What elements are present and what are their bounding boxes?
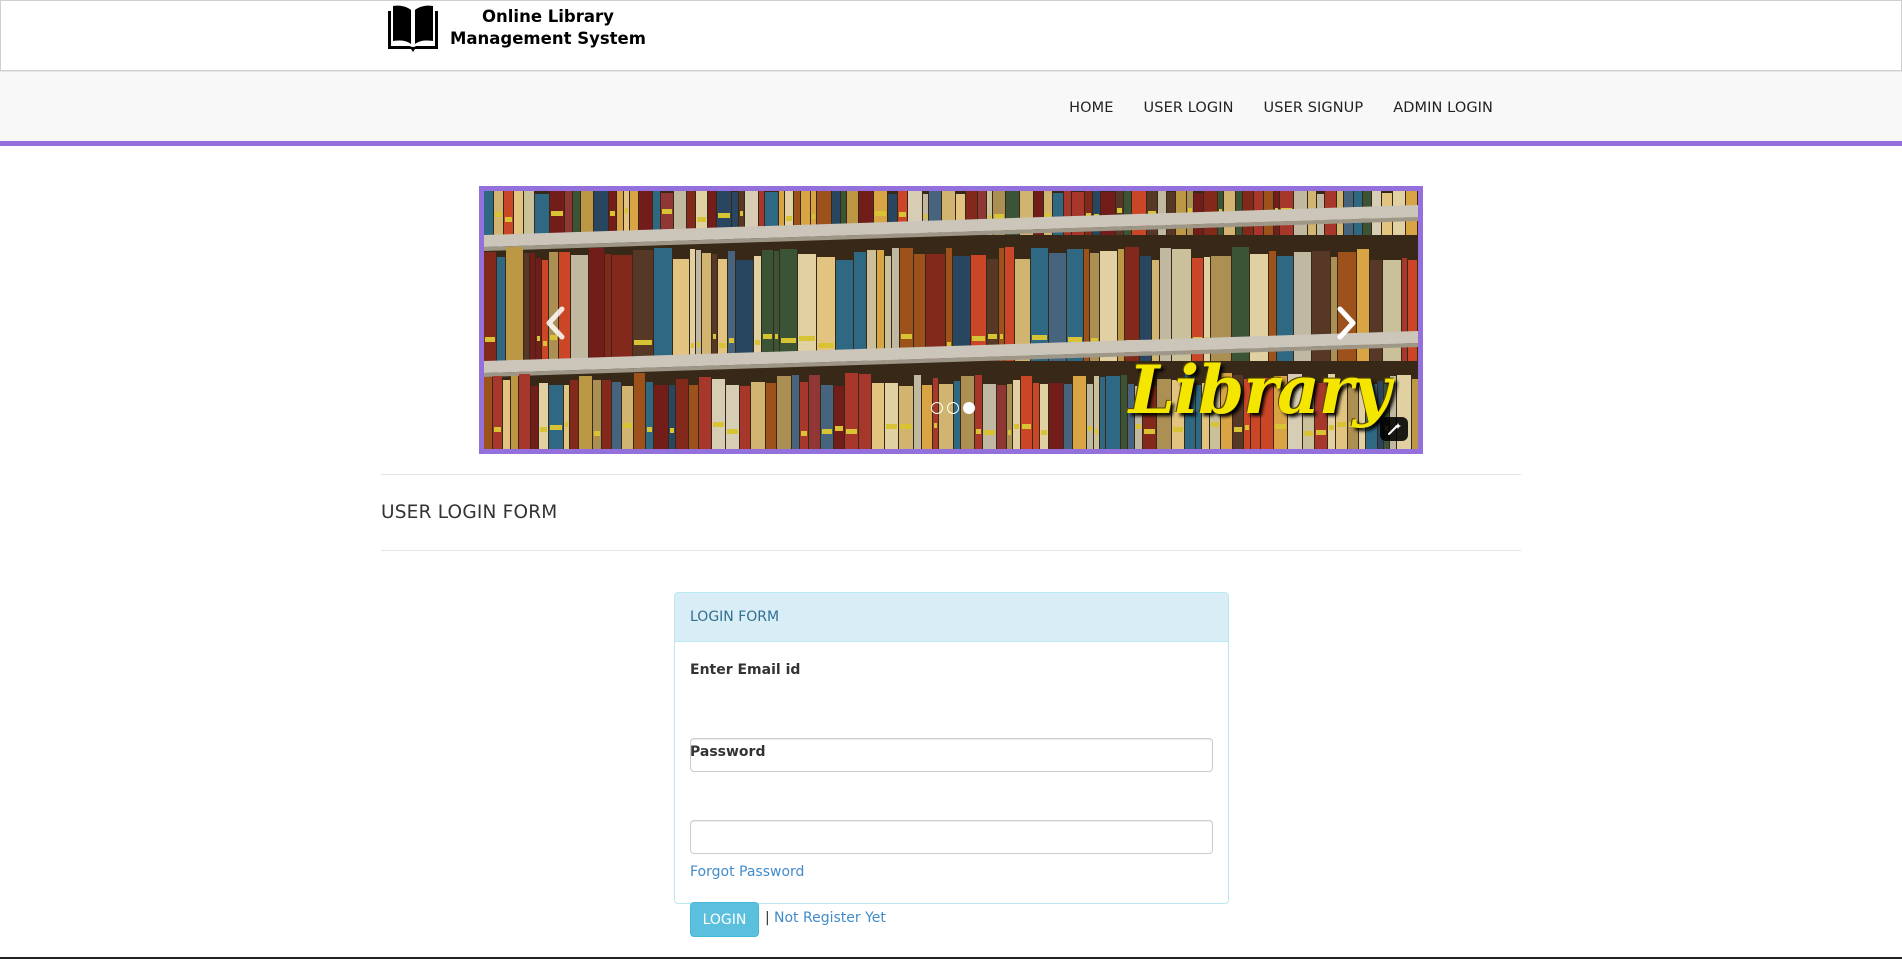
brand-title-line2: Management System	[450, 29, 646, 48]
link-separator: |	[765, 910, 770, 926]
magic-wand-icon[interactable]	[1380, 417, 1408, 441]
brand-title: Online Library Management System	[450, 6, 646, 50]
chevron-left-icon[interactable]	[544, 306, 568, 340]
nav-item-home[interactable]: HOME	[1054, 100, 1128, 116]
brand-logo[interactable]: Online Library Management System	[386, 3, 646, 53]
password-field[interactable]	[690, 820, 1213, 854]
login-button[interactable]: LOGIN	[690, 902, 759, 937]
carousel-dot-1[interactable]	[931, 402, 943, 414]
email-label: Enter Email id	[690, 662, 801, 678]
main-navbar: HOME USER LOGIN USER SIGNUP ADMIN LOGIN	[0, 71, 1902, 142]
carousel-dot-3[interactable]	[963, 402, 975, 414]
page-title: USER LOGIN FORM	[381, 502, 558, 523]
forgot-password-link[interactable]: Forgot Password	[690, 864, 804, 880]
password-label: Password	[690, 744, 766, 760]
chevron-right-icon[interactable]	[1334, 306, 1358, 340]
nav-menu: HOME USER LOGIN USER SIGNUP ADMIN LOGIN	[1054, 72, 1508, 143]
image-carousel[interactable]: Library	[479, 186, 1423, 454]
nav-item-admin-login[interactable]: ADMIN LOGIN	[1378, 100, 1508, 116]
login-panel-heading: LOGIN FORM	[675, 593, 1228, 642]
navbar-accent-bar	[0, 141, 1902, 146]
login-panel-body: Enter Email id Password Forgot Password …	[675, 642, 1228, 937]
register-link[interactable]: Not Register Yet	[774, 910, 886, 926]
divider-top	[381, 474, 1521, 475]
brand-title-line1: Online Library	[482, 7, 614, 26]
carousel-dot-2[interactable]	[947, 402, 959, 414]
login-panel: LOGIN FORM Enter Email id Password Forgo…	[674, 592, 1229, 937]
site-header: Online Library Management System	[0, 0, 1902, 71]
email-field[interactable]	[690, 738, 1213, 772]
carousel-indicators	[931, 402, 975, 414]
open-book-icon	[388, 5, 438, 52]
nav-item-user-login[interactable]: USER LOGIN	[1129, 100, 1249, 116]
nav-item-user-signup[interactable]: USER SIGNUP	[1249, 100, 1379, 116]
carousel-caption: Library	[1128, 351, 1391, 429]
divider-bottom	[381, 550, 1521, 551]
